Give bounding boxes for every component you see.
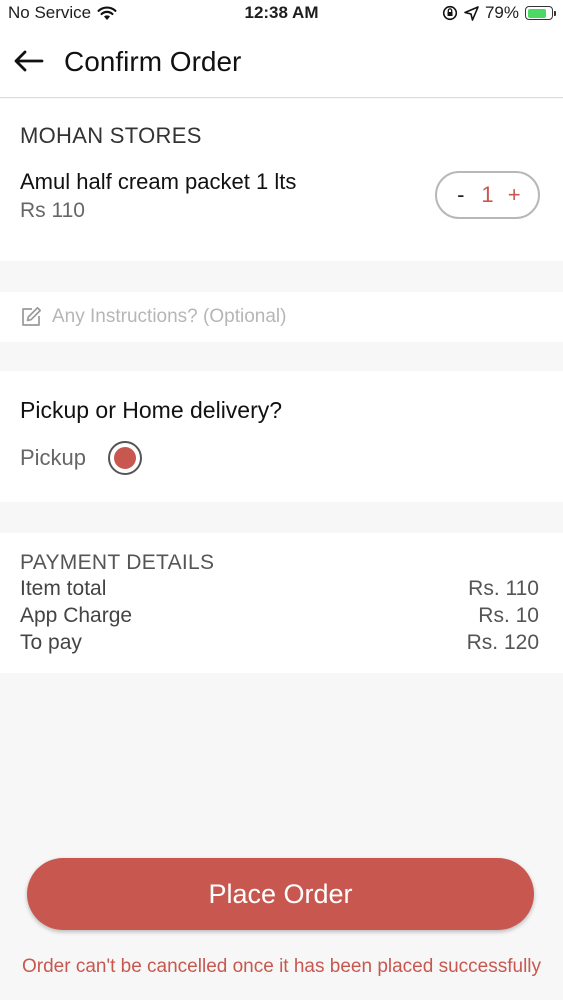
row-label: Item total [20,577,107,600]
row-label: App Charge [20,604,133,627]
place-order-button[interactable]: Place Order [27,858,534,930]
payment-heading: PAYMENT DETAILS [20,551,215,574]
row-label: To pay [20,631,82,654]
quantity-stepper: - 1 + [435,171,540,219]
item-price: Rs 110 [20,199,85,222]
decrease-quantity-button[interactable]: - [450,182,472,208]
instructions-input[interactable] [52,302,532,332]
battery-fill [527,8,546,18]
row-amount: Rs. 110 [468,577,539,600]
radio-selected-dot [114,447,136,469]
delivery-section: Pickup or Home delivery? Pickup [0,371,563,502]
item-name: Amul half cream packet 1 lts [20,169,297,194]
arrow-left-icon [14,50,44,72]
page-title: Confirm Order [64,46,242,77]
location-arrow-icon [464,5,479,21]
battery-percent: 79% [484,3,519,22]
item-total-row: Item total Rs. 110 [20,577,539,601]
quantity-value: 1 [481,182,494,207]
row-amount: Rs. 10 [478,604,539,627]
payment-section: PAYMENT DETAILS Item total Rs. 110 App C… [0,533,563,673]
pickup-option-label[interactable]: Pickup [20,445,86,471]
store-name: MOHAN STORES [20,123,202,148]
status-bar: No Service 12:38 AM 79% [0,0,563,26]
edit-icon [22,306,42,326]
store-section: MOHAN STORES Amul half cream packet 1 lt… [0,99,563,261]
orientation-lock-icon [442,5,458,21]
to-pay-row: To pay Rs. 120 [20,631,539,655]
increase-quantity-button[interactable]: + [503,182,525,208]
cancellation-warning: Order can't be cancelled once it has bee… [21,956,542,977]
row-amount: Rs. 120 [466,631,539,654]
instructions-section [0,292,563,342]
pickup-radio[interactable] [108,441,142,475]
app-header: Confirm Order [0,26,563,98]
status-right: 79% [442,3,556,23]
app-charge-row: App Charge Rs. 10 [20,604,539,628]
back-button[interactable] [14,46,50,76]
battery-icon [525,6,556,20]
delivery-question: Pickup or Home delivery? [20,397,283,423]
